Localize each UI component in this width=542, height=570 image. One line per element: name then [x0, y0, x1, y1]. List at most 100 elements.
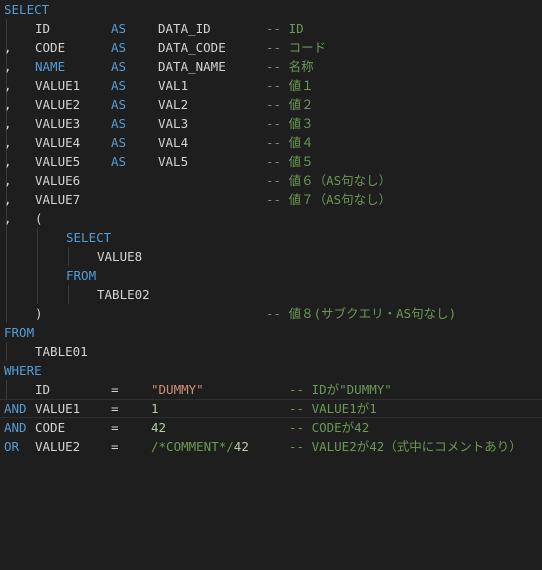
comma-token: , [4, 59, 12, 74]
keyword-token: AS [111, 116, 127, 131]
identifier-token: VALUE7 [35, 192, 81, 207]
identifier-token: VAL4 [158, 135, 189, 150]
operator-token: = [111, 382, 119, 397]
comma-token: , [4, 154, 12, 169]
block-comment-token: /*COMMENT*/ [151, 439, 234, 454]
operator-token: = [111, 439, 119, 454]
comment-token: -- コード [266, 40, 327, 55]
identifier-token: VALUE6 [35, 173, 81, 188]
identifier-token: TABLE02 [97, 287, 150, 302]
keyword-token: AS [111, 97, 127, 112]
keyword-token: AS [111, 21, 127, 36]
keyword-token: AS [111, 78, 127, 93]
number-token: 42 [233, 439, 249, 454]
keyword-token: SELECT [4, 2, 50, 17]
code-line[interactable]: VALUE8 [0, 247, 542, 266]
comment-token: -- IDが"DUMMY" [289, 382, 392, 397]
comment-token: -- 値３ [266, 116, 314, 131]
identifier-token: DATA_NAME [158, 59, 226, 74]
identifier-token: VAL1 [158, 78, 189, 93]
code-line[interactable]: , ( [0, 209, 542, 228]
code-line[interactable]: TABLE02 [0, 285, 542, 304]
inline-comment-token: /*COMMENT*/42 [151, 437, 249, 456]
comment-token: -- 値１ [266, 78, 314, 93]
identifier-token: VALUE5 [35, 154, 81, 169]
keyword-token: WHERE [4, 363, 42, 378]
keyword-token: SELECT [66, 230, 112, 245]
identifier-token: VALUE1 [35, 78, 81, 93]
code-line[interactable]: WHERE [0, 361, 542, 380]
code-line[interactable]: ID = "DUMMY" -- IDが"DUMMY" [0, 380, 542, 399]
identifier-token: CODE [35, 40, 66, 55]
code-line[interactable]: SELECT [0, 0, 542, 19]
number-token: 42 [151, 420, 167, 435]
keyword-token: AS [111, 135, 127, 150]
keyword-token: AND [4, 420, 27, 435]
comma-token: , [4, 135, 12, 150]
comment-token: -- VALUE2が42（式中にコメントあり） [289, 439, 522, 454]
identifier-token: VAL2 [158, 97, 189, 112]
code-editor[interactable]: SELECT ID AS DATA_ID -- ID , CODE AS DAT… [0, 0, 542, 465]
comma-token: , [4, 192, 12, 207]
code-line[interactable]: , VALUE2 AS VAL2 -- 値２ [0, 95, 542, 114]
keyword-token: FROM [4, 325, 35, 340]
comma-token: , [4, 40, 12, 55]
comment-token: -- 値６（AS句なし） [266, 173, 392, 188]
keyword-token: NAME [35, 59, 66, 74]
identifier-token: DATA_CODE [158, 40, 226, 55]
identifier-token: VAL3 [158, 116, 189, 131]
identifier-token: VALUE1 [35, 401, 81, 416]
code-line[interactable]: , VALUE7 -- 値７（AS句なし） [0, 190, 542, 209]
keyword-token: FROM [66, 268, 97, 283]
code-line[interactable]: FROM [0, 266, 542, 285]
comment-token: -- 名称 [266, 59, 314, 74]
identifier-token: TABLE01 [35, 344, 88, 359]
identifier-token: VALUE2 [35, 97, 81, 112]
code-line[interactable]: , VALUE3 AS VAL3 -- 値３ [0, 114, 542, 133]
string-token: "DUMMY" [151, 382, 204, 397]
code-line[interactable]: , VALUE6 -- 値６（AS句なし） [0, 171, 542, 190]
comma-token: , [4, 116, 12, 131]
identifier-token: ID [35, 21, 51, 36]
comma-token: , [4, 211, 12, 226]
close-paren-token: ) [35, 306, 43, 321]
code-line[interactable]: TABLE01 [0, 342, 542, 361]
operator-token: = [111, 420, 119, 435]
code-line[interactable]: FROM [0, 323, 542, 342]
operator-token: = [111, 401, 119, 416]
identifier-token: ID [35, 382, 51, 397]
code-line[interactable]: , VALUE4 AS VAL4 -- 値４ [0, 133, 542, 152]
comment-token: -- VALUE1が1 [289, 401, 377, 416]
identifier-token: CODE [35, 420, 66, 435]
keyword-token: AS [111, 59, 127, 74]
comment-token: -- 値４ [266, 135, 314, 150]
code-line[interactable]: ID AS DATA_ID -- ID [0, 19, 542, 38]
code-line[interactable]: , NAME AS DATA_NAME -- 名称 [0, 57, 542, 76]
comment-token: -- 値２ [266, 97, 314, 112]
code-line[interactable]: , CODE AS DATA_CODE -- コード [0, 38, 542, 57]
code-line-current[interactable]: AND VALUE1 = 1 -- VALUE1が1 [0, 399, 542, 418]
code-line[interactable]: SELECT [0, 228, 542, 247]
comma-token: , [4, 173, 12, 188]
keyword-token: OR [4, 439, 20, 454]
code-line[interactable]: AND CODE = 42 -- CODEが42 [0, 418, 542, 437]
keyword-token: AS [111, 40, 127, 55]
keyword-token: AS [111, 154, 127, 169]
keyword-token: AND [4, 401, 27, 416]
code-line[interactable]: , VALUE1 AS VAL1 -- 値１ [0, 76, 542, 95]
comment-token: -- 値７（AS句なし） [266, 192, 392, 207]
open-paren-token: ( [35, 211, 43, 226]
code-line[interactable]: , VALUE5 AS VAL5 -- 値５ [0, 152, 542, 171]
comment-token: -- ID [266, 21, 304, 36]
comment-token: -- CODEが42 [289, 420, 370, 435]
identifier-token: VALUE3 [35, 116, 81, 131]
identifier-token: VALUE4 [35, 135, 81, 150]
code-line[interactable]: ) -- 値８(サブクエリ・AS句なし) [0, 304, 542, 323]
code-line[interactable]: OR VALUE2 = /*COMMENT*/42 -- VALUE2が42（式… [0, 437, 542, 456]
identifier-token: DATA_ID [158, 21, 211, 36]
comment-token: -- 値８(サブクエリ・AS句なし) [266, 306, 457, 321]
identifier-token: VALUE8 [97, 249, 143, 264]
comment-token: -- 値５ [266, 154, 314, 169]
comma-token: , [4, 97, 12, 112]
identifier-token: VAL5 [158, 154, 189, 169]
